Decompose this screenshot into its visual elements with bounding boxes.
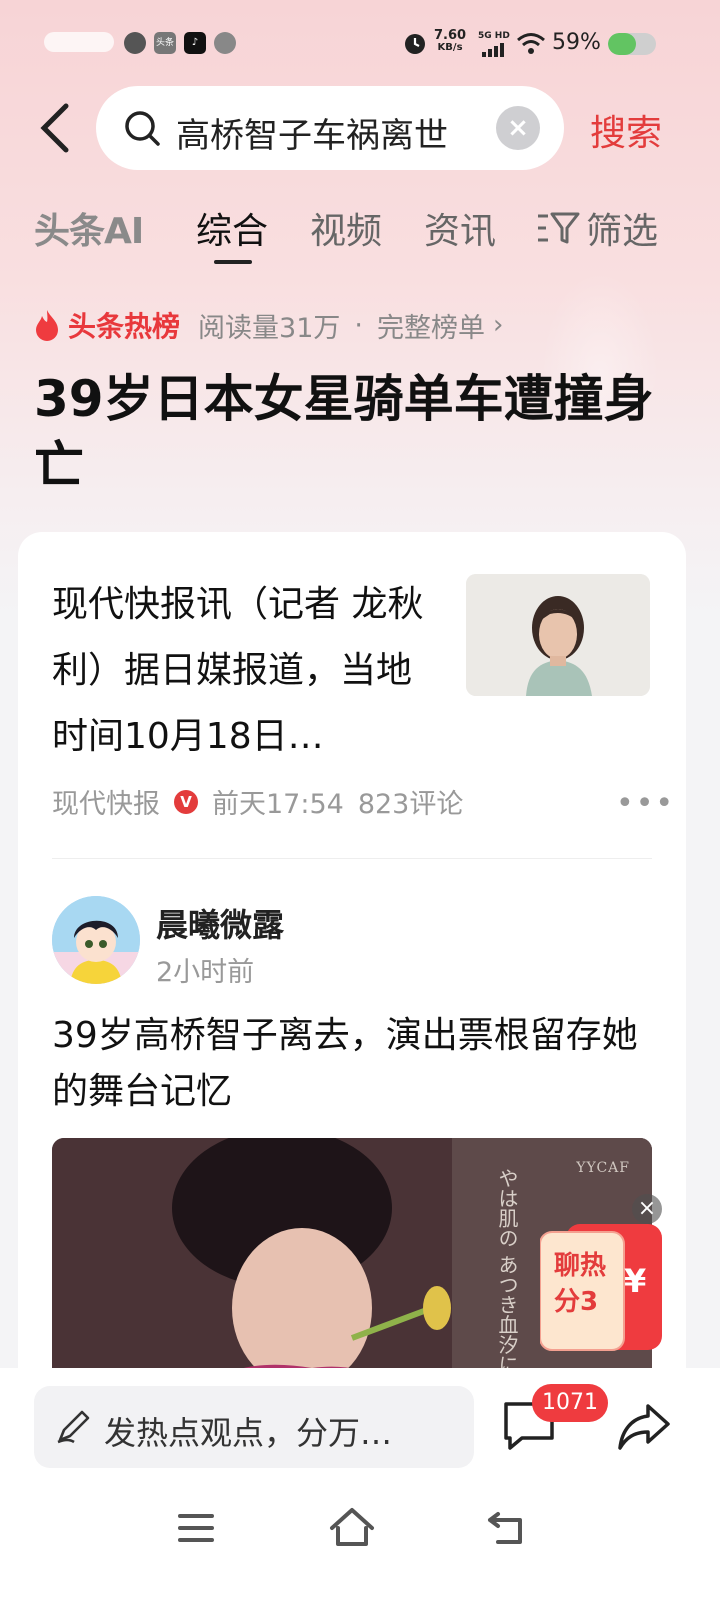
pen-icon	[57, 1410, 90, 1444]
status-bar: 头条 ♪ 7.60 KB/s 5G HD 59%	[0, 0, 720, 90]
verified-icon: V	[174, 789, 198, 814]
back-button[interactable]	[32, 100, 76, 156]
chevron-right-icon: ›	[492, 310, 504, 340]
battery-level	[608, 33, 637, 55]
tab-toutiao-ai[interactable]: 头条AI	[34, 202, 144, 254]
portrait-image	[466, 574, 650, 696]
yuan-icon: ¥	[624, 1262, 647, 1300]
search-icon	[125, 111, 160, 146]
comment-count-badge: 1071	[532, 1384, 608, 1422]
search-button[interactable]: 搜索	[590, 104, 662, 156]
comment-placeholder: 发热点观点，分万…	[104, 1414, 393, 1452]
alarm-icon	[402, 30, 428, 60]
back-arrow-icon	[40, 103, 69, 153]
more-options-icon[interactable]: •••	[616, 786, 675, 821]
search-box[interactable]: 高桥智子车祸离世 ×	[96, 86, 564, 170]
news-time: 前天17:54	[212, 789, 344, 820]
hot-list-row[interactable]: 头条热榜 阅读量31万 · 完整榜单 ›	[34, 305, 503, 345]
clear-search-button[interactable]: ×	[496, 106, 540, 150]
promo-red-packet[interactable]: 聊热 分3 ¥	[539, 1218, 664, 1354]
news-meta: 现代快报 V 前天17:54 823评论	[52, 782, 463, 821]
promo-line-2: 分3	[554, 1287, 599, 1317]
wifi-icon	[516, 32, 546, 60]
search-input[interactable]: 高桥智子车祸离世	[176, 108, 448, 157]
image-brand-text: YYCAF	[576, 1160, 630, 1176]
comment-input[interactable]: 发热点观点，分万…	[34, 1386, 474, 1468]
post-time: 2小时前	[156, 957, 255, 988]
promo-text: 聊热 分3	[554, 1248, 606, 1320]
toutiao-notification-icon: 头条	[154, 32, 176, 54]
image-caption-text: やは肌の あつき血汐に	[495, 1168, 519, 1375]
active-tab-indicator	[214, 260, 252, 264]
menu-icon[interactable]	[166, 1498, 226, 1558]
share-icon[interactable]	[616, 1398, 672, 1454]
camera-notification-icon	[214, 32, 236, 54]
avatar[interactable]	[52, 896, 140, 984]
filter-icon	[538, 212, 580, 244]
app-notification-icon	[124, 32, 146, 54]
tab-video[interactable]: 视频	[310, 202, 382, 254]
filter-label: 筛选	[586, 211, 659, 252]
net-speed: 7.60 KB/s	[434, 28, 467, 53]
tab-bar: 头条AI 综合 视频 资讯 筛选	[0, 196, 720, 266]
filter-button[interactable]: 筛选	[536, 202, 658, 254]
divider	[52, 858, 652, 859]
full-list-link[interactable]: 完整榜单	[377, 306, 485, 345]
battery-percent: 59%	[552, 30, 601, 55]
hot-headline[interactable]: 39岁日本女星骑单车遭撞身亡	[34, 366, 674, 498]
news-comments: 823评论	[357, 789, 464, 820]
tab-news[interactable]: 资讯	[424, 202, 496, 254]
post-author[interactable]: 晨曦微露	[156, 900, 284, 946]
promo-close-button[interactable]: ×	[632, 1194, 662, 1224]
news-source[interactable]: 现代快报	[52, 782, 160, 821]
hot-list-title: 头条热榜	[68, 310, 181, 343]
blurred-carrier	[44, 32, 114, 52]
separator-dot: ·	[354, 309, 363, 341]
tab-comprehensive[interactable]: 综合	[196, 202, 268, 254]
tiktok-notification-icon: ♪	[184, 32, 206, 54]
back-nav-icon[interactable]	[478, 1498, 538, 1558]
read-count: 阅读量31万	[198, 312, 341, 344]
signal-icon: 5G HD	[478, 30, 510, 61]
anime-avatar-image	[52, 896, 140, 984]
system-nav-bar	[0, 1498, 720, 1568]
promo-line-1: 聊热	[554, 1251, 607, 1281]
news-thumbnail[interactable]	[466, 574, 650, 696]
battery-icon	[608, 33, 656, 55]
flame-icon	[36, 310, 58, 341]
news-summary[interactable]: 现代快报讯（记者 龙秋利）据日媒报道，当地时间10月18日…	[52, 572, 432, 770]
bottom-bar: 发热点观点，分万… 1071	[0, 1368, 720, 1608]
post-text[interactable]: 39岁高桥智子离去，演出票根留存她的舞台记忆	[52, 1008, 662, 1120]
home-icon[interactable]	[322, 1498, 382, 1558]
